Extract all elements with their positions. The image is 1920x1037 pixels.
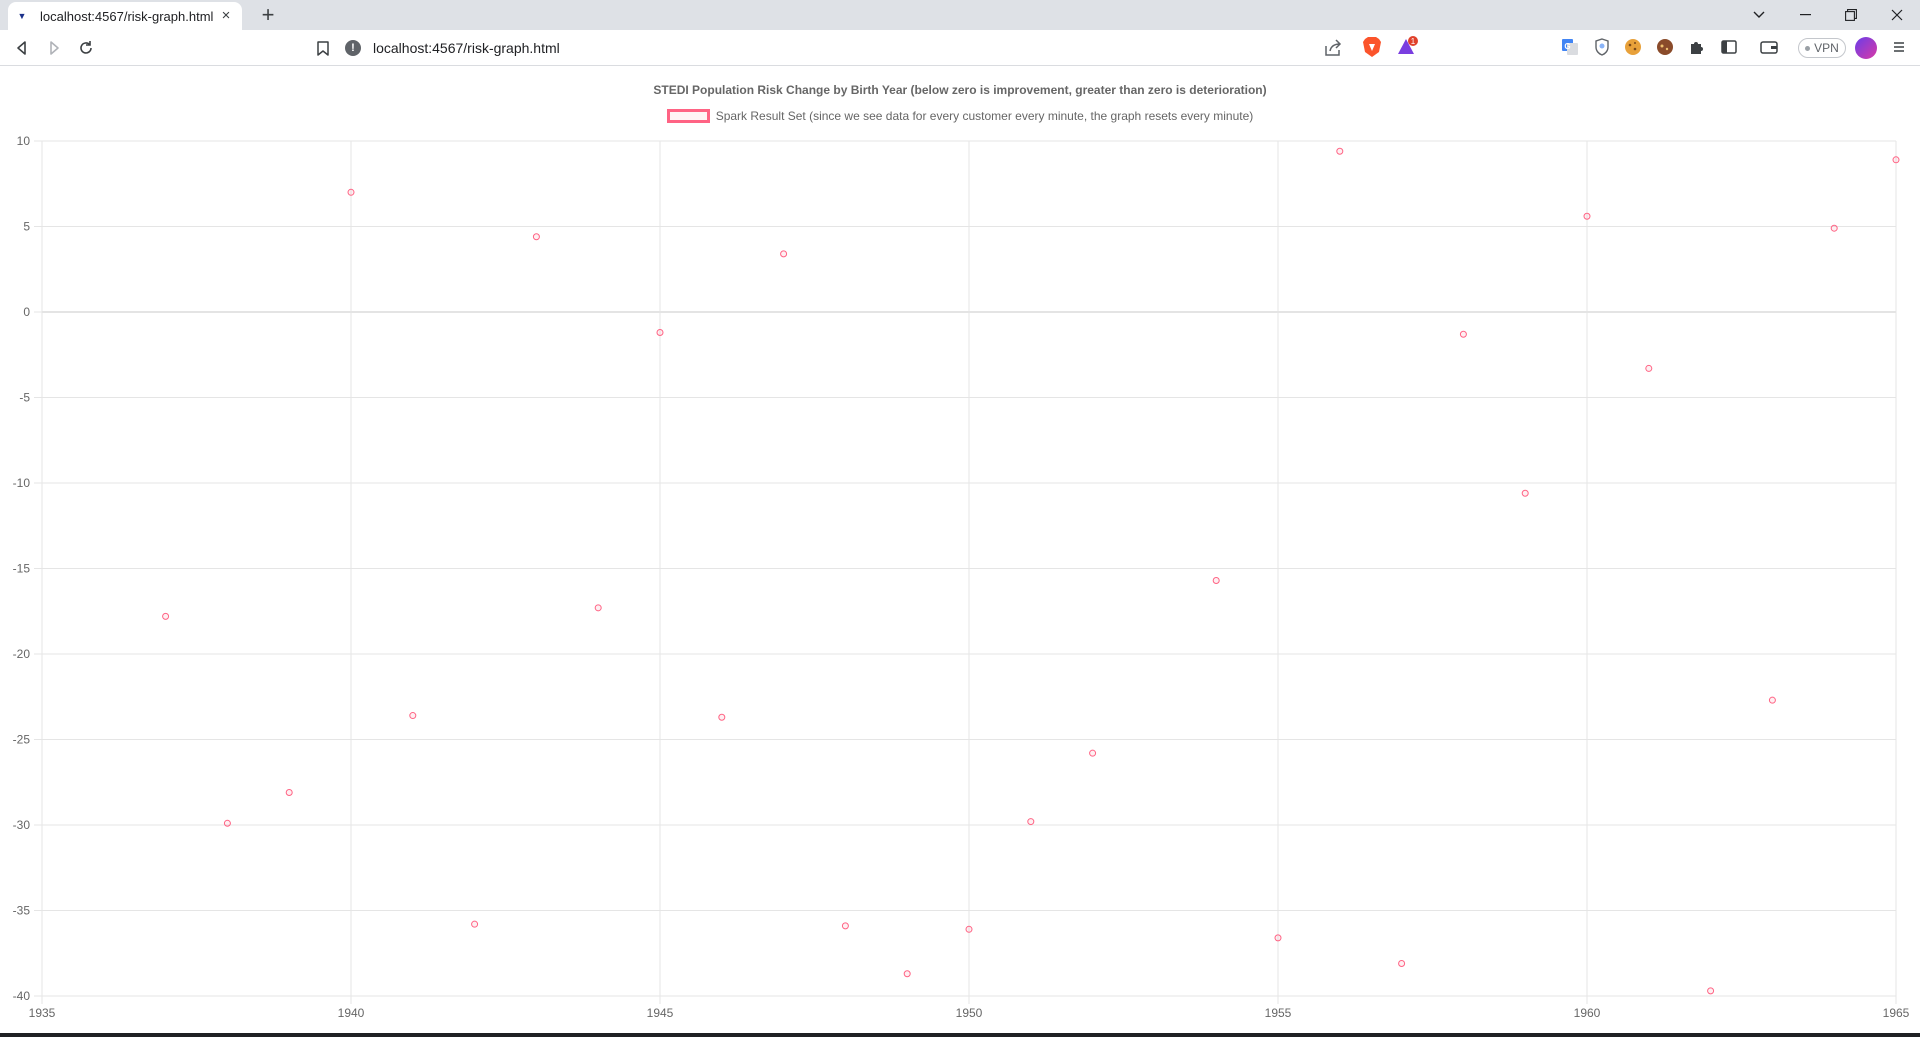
legend-label[interactable]: Spark Result Set (since we see data for … [716,109,1254,123]
back-arrow-icon [17,41,26,55]
browser-tab[interactable]: ▼ localhost:4567/risk-graph.html × [8,2,242,30]
profile-avatar[interactable] [1855,37,1877,59]
y-tick-label: 5 [23,220,30,234]
reload-button[interactable] [74,36,98,60]
data-point [1521,489,1529,497]
risk-scatter-chart: 10 5 0 -5 -10 -15 -20 -25 -30 -35 -40 1935 1940 1945 1… [13,134,1910,1020]
data-point [1583,212,1591,220]
forward-arrow-icon [50,41,59,55]
data-point [1336,147,1344,155]
restore-button[interactable] [1828,0,1874,30]
data-point [162,612,170,620]
data-point [1645,364,1653,372]
x-tick-label: 1935 [29,1006,56,1020]
data-point [1768,696,1776,704]
y-tick-label: 0 [23,305,30,319]
privacy-badger-shield-icon[interactable] [1592,37,1612,57]
page-favicon-icon: ▼ [17,11,27,21]
chart-title: STEDI Population Risk Change by Birth Ye… [653,83,1267,97]
reload-icon [80,41,92,54]
close-window-button[interactable] [1874,0,1920,30]
y-tick-label: -5 [19,391,30,405]
data-point [594,604,602,612]
data-point [1089,749,1097,757]
extensions-puzzle-icon[interactable] [1687,37,1707,57]
data-point [718,713,726,721]
legend-swatch[interactable] [666,109,710,123]
data-point [1212,576,1220,584]
data-point [532,233,540,241]
y-tick-label: 10 [17,134,31,148]
bookmark-button[interactable] [311,36,335,60]
x-tick-label: 1950 [956,1006,983,1020]
chart-legend[interactable]: Spark Result Set (since we see data for … [0,109,1920,123]
new-tab-button[interactable]: + [256,4,280,28]
data-point [965,925,973,933]
x-tick-label: 1965 [1883,1006,1910,1020]
brave-rewards-icon[interactable]: 1 [1396,36,1420,58]
y-tick-label: -40 [13,989,31,1003]
cookie-extension-icon[interactable] [1623,37,1643,57]
back-button[interactable] [10,36,34,60]
minimize-button[interactable] [1782,0,1828,30]
window-controls [1736,0,1920,30]
y-tick-label: -20 [13,647,31,661]
data-point [1274,934,1282,942]
sidebar-toggle-icon[interactable] [1719,37,1739,57]
rewards-badge: 1 [1411,37,1416,46]
data-point [1459,330,1467,338]
data-point [1398,960,1406,968]
url-text[interactable]: localhost:4567/risk-graph.html [373,40,560,56]
bookmark-icon [317,40,329,56]
vpn-button[interactable]: VPN [1798,38,1846,58]
tab-search-chevron-icon[interactable] [1736,0,1782,30]
forward-button[interactable] [42,36,66,60]
vpn-status-dot [1805,45,1811,51]
tab-title: localhost:4567/risk-graph.html [40,8,214,24]
browser-toolbar: ! localhost:4567/risk-graph.html 1 G VPN [0,30,1920,66]
y-tick-label: -10 [13,476,31,490]
data-point [1707,987,1715,995]
y-tick-label: -35 [13,904,31,918]
address-bar[interactable]: ! localhost:4567/risk-graph.html [345,34,1425,62]
data-point [903,970,911,978]
x-tick-label: 1960 [1574,1006,1601,1020]
cookie-editor-icon[interactable] [1655,37,1675,57]
svg-text:G: G [1564,42,1570,51]
data-point [285,789,293,797]
y-tick-label: -25 [13,733,31,747]
data-point [780,250,788,258]
data-point [1892,156,1900,164]
close-tab-icon[interactable]: × [218,8,234,24]
data-point [471,920,479,928]
y-tick-label: -15 [13,562,31,576]
x-tick-label: 1940 [338,1006,365,1020]
menu-hamburger-icon[interactable] [1890,38,1908,56]
x-tick-label: 1945 [647,1006,674,1020]
data-point [223,819,231,827]
y-tick-label: -30 [13,818,31,832]
vpn-label: VPN [1814,41,1839,55]
browser-tab-bar: ▼ localhost:4567/risk-graph.html × + [0,0,1920,30]
page-content: 10 5 0 -5 -10 -15 -20 -25 -30 -35 -40 1935 1940 1945 1… [0,67,1920,1033]
data-point [409,712,417,720]
x-tick-label: 1955 [1265,1006,1292,1020]
data-point [656,329,664,337]
wallet-icon[interactable] [1759,37,1779,57]
site-info-icon[interactable]: ! [345,40,361,56]
taskbar-edge [0,1033,1920,1037]
data-point [1027,818,1035,826]
data-point [1830,224,1838,232]
brave-shields-icon[interactable] [1362,36,1382,58]
share-icon[interactable] [1322,37,1344,59]
data-point [841,922,849,930]
data-point [347,188,355,196]
translate-extension-icon[interactable]: G [1560,37,1580,57]
